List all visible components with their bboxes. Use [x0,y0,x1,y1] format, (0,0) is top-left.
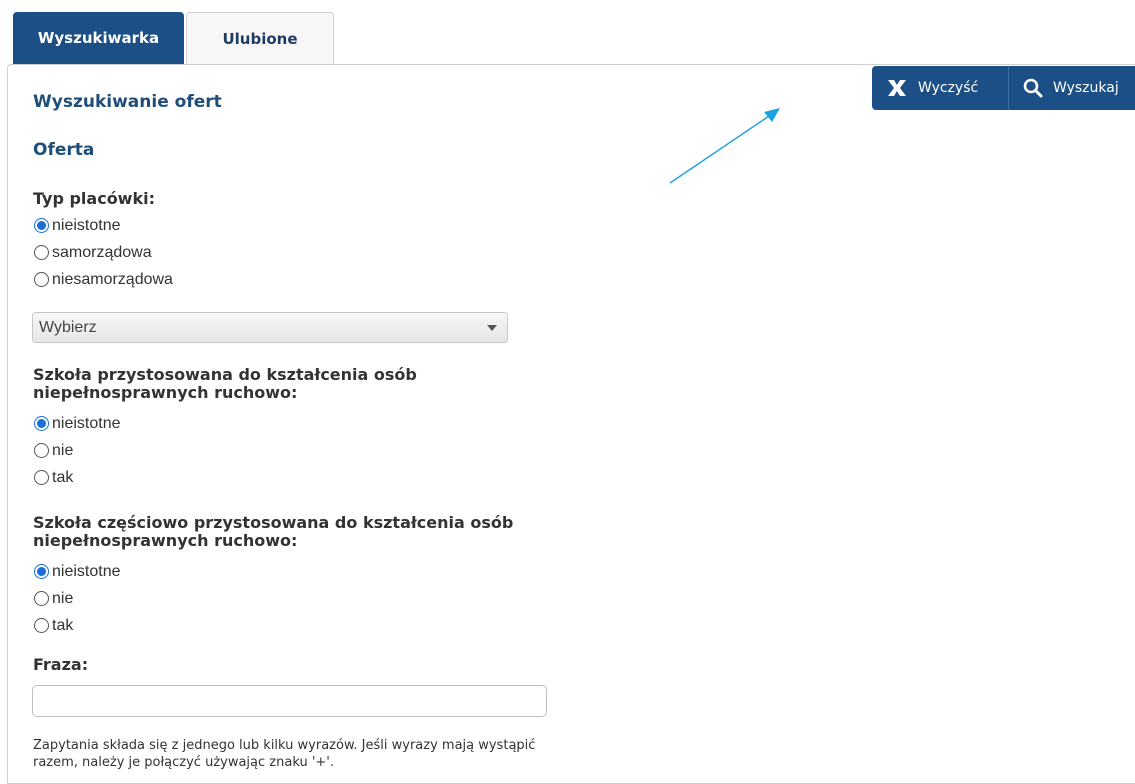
radio-unchecked-icon [34,245,49,260]
radio-przystosowana-nie[interactable]: nie [34,437,121,464]
radio-label: tak [52,616,74,634]
radio-checked-icon [34,564,49,579]
radio-czesciowo-tak[interactable]: tak [34,612,121,639]
radio-przystosowana-tak[interactable]: tak [34,464,121,491]
radio-unchecked-icon [34,443,49,458]
radio-label: nie [52,589,74,607]
search-button[interactable]: Wyszukaj [1008,66,1135,110]
page-title: Wyszukiwanie ofert [33,92,222,112]
czesciowo-label: Szkoła częściowo przystosowana do kształ… [33,513,514,550]
annotation-arrow [669,108,780,184]
search-panel [7,64,1135,784]
magnifier-icon [1023,78,1043,98]
typ-placowki-label: Typ placówki: [33,189,155,208]
radio-unchecked-icon [34,272,49,287]
search-button-label: Wyszukaj [1053,80,1119,96]
radio-label: samorządowa [52,243,152,261]
radio-unchecked-icon [34,591,49,606]
section-title-oferta: Oferta [33,140,95,160]
fraza-input[interactable] [32,685,547,717]
typ-placowki-radio-group: nieistotne samorządowa niesamorządowa [34,212,173,293]
tab-ulubione[interactable]: Ulubione [186,12,334,64]
radio-label: tak [52,468,74,486]
czesciowo-radio-group: nieistotne nie tak [34,558,121,639]
radio-label: niesamorządowa [52,270,173,288]
radio-checked-icon [34,416,49,431]
fraza-label: Fraza: [33,655,89,674]
radio-czesciowo-nieistotne[interactable]: nieistotne [34,558,121,585]
radio-label: nieistotne [52,562,121,580]
fraza-hint: Zapytania składa się z jednego lub kilku… [33,738,536,770]
clear-button-label: Wyczyść [918,80,979,96]
radio-checked-icon [34,218,49,233]
tab-bar: Wyszukiwarka Ulubione [13,12,334,64]
radio-typ-samorzadowa[interactable]: samorządowa [34,239,173,266]
radio-czesciowo-nie[interactable]: nie [34,585,121,612]
przystosowana-label: Szkoła przystosowana do kształcenia osób… [33,365,417,402]
select-value: Wybierz [39,318,97,336]
radio-label: nieistotne [52,414,121,432]
radio-przystosowana-nieistotne[interactable]: nieistotne [34,410,121,437]
typ-placowki-select[interactable]: Wybierz [32,312,508,343]
radio-label: nie [52,441,74,459]
clear-button[interactable]: Wyczyść [872,66,1008,110]
chevron-down-icon [487,324,497,331]
radio-unchecked-icon [34,618,49,633]
radio-label: nieistotne [52,216,121,234]
action-toolbar: Wyczyść Wyszukaj [872,66,1135,110]
radio-typ-nieistotne[interactable]: nieistotne [34,212,173,239]
close-x-icon [888,80,906,96]
przystosowana-radio-group: nieistotne nie tak [34,410,121,491]
radio-unchecked-icon [34,470,49,485]
radio-typ-niesamorzadowa[interactable]: niesamorządowa [34,266,173,293]
tab-wyszukiwarka[interactable]: Wyszukiwarka [13,12,184,64]
